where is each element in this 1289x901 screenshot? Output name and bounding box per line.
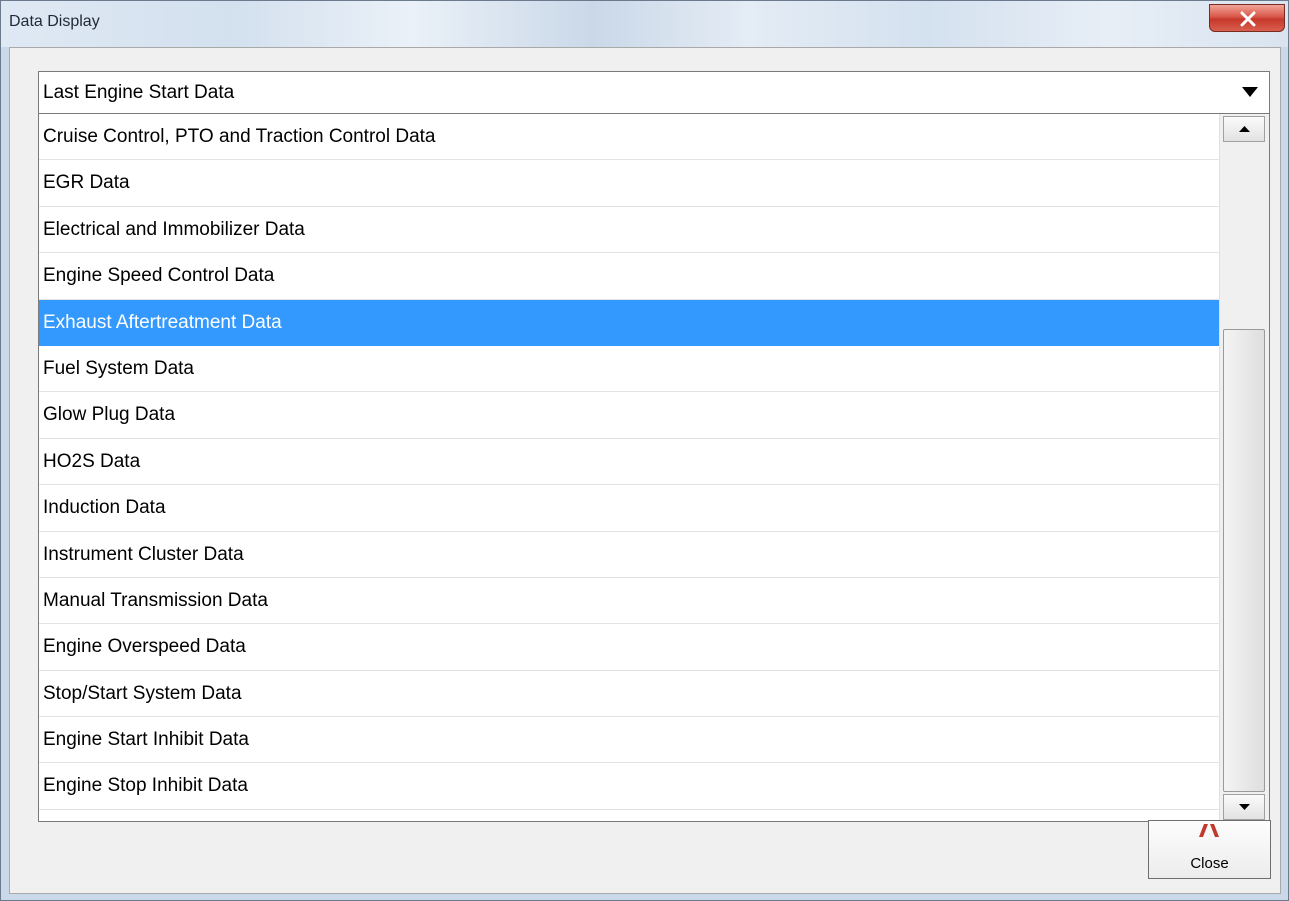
scroll-up-button[interactable]: [1223, 116, 1265, 142]
list-item[interactable]: Fuel System Data: [39, 346, 1220, 393]
list-item[interactable]: Electrical and Immobilizer Data: [39, 207, 1220, 254]
dropdown-items: Cruise Control, PTO and Traction Control…: [39, 114, 1220, 821]
dropdown-list[interactable]: Cruise Control, PTO and Traction Control…: [38, 114, 1270, 822]
list-item[interactable]: EGR Data: [39, 160, 1220, 207]
list-item[interactable]: Engine Speed Control Data: [39, 253, 1220, 300]
list-scrollbar[interactable]: [1219, 114, 1269, 821]
close-button[interactable]: Close: [1148, 820, 1271, 879]
close-x-icon: [1240, 11, 1256, 27]
list-item[interactable]: HO2S Data: [39, 439, 1220, 486]
scroll-down-arrow-icon: [1239, 804, 1250, 810]
list-item[interactable]: Stop/Start System Data: [39, 671, 1220, 718]
scroll-thumb[interactable]: [1223, 329, 1265, 792]
list-item[interactable]: Exhaust Aftertreatment Data: [39, 299, 1220, 346]
window-title: Data Display: [9, 13, 100, 30]
list-item[interactable]: Induction Data: [39, 485, 1220, 532]
close-icon: [1199, 824, 1219, 837]
chevron-down-icon: [1242, 87, 1258, 97]
data-display-window: Data Display Last Engine Start Data Crui…: [0, 0, 1289, 901]
scroll-down-button[interactable]: [1223, 794, 1265, 820]
list-item[interactable]: Engine Overspeed Data: [39, 624, 1220, 671]
window-close-button[interactable]: [1209, 4, 1285, 32]
scroll-up-arrow-icon: [1239, 126, 1250, 132]
title-bar[interactable]: Data Display: [1, 1, 1288, 47]
dialog-client-area: Last Engine Start Data Cruise Control, P…: [9, 47, 1281, 894]
close-button-label: Close: [1190, 855, 1229, 872]
data-category-combobox[interactable]: Last Engine Start Data: [38, 71, 1270, 114]
scroll-track[interactable]: [1220, 144, 1269, 792]
list-item[interactable]: Engine Start Inhibit Data: [39, 717, 1220, 764]
list-item[interactable]: Glow Plug Data: [39, 392, 1220, 439]
combobox-dropdown-button[interactable]: [1231, 72, 1269, 113]
combobox-value: Last Engine Start Data: [43, 82, 235, 103]
list-item[interactable]: Instrument Cluster Data: [39, 532, 1220, 578]
list-item[interactable]: Manual Transmission Data: [39, 578, 1220, 625]
list-item[interactable]: Cruise Control, PTO and Traction Control…: [39, 114, 1220, 161]
list-item[interactable]: Engine Stop Inhibit Data: [39, 763, 1220, 810]
